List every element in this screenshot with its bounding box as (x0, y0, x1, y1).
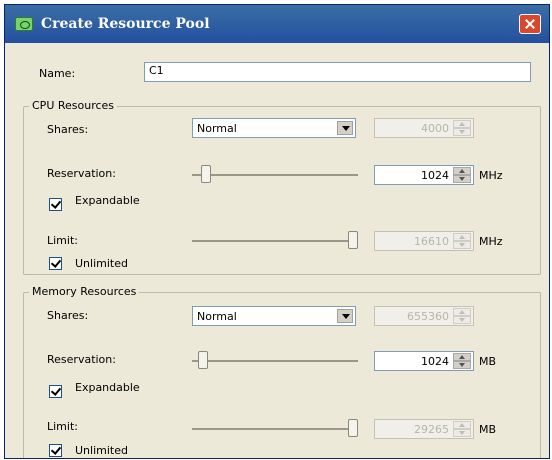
chevron-down-icon[interactable] (337, 121, 353, 135)
spin-down-icon (453, 429, 471, 437)
cpu-limit-slider (192, 231, 358, 251)
cpu-limit-spinner: 16610 (374, 231, 474, 251)
slider-thumb (348, 419, 358, 437)
resource-pool-icon (15, 17, 33, 31)
spin-up-icon[interactable] (453, 167, 471, 175)
cpu-reservation-number: 1024 (421, 169, 449, 182)
cpu-reservation-slider[interactable] (192, 165, 358, 185)
cpu-expandable-label: Expandable (75, 194, 140, 207)
cpu-unlimited-label: Unlimited (75, 257, 128, 270)
cpu-shares-number: 4000 (421, 122, 449, 135)
dialog-title: Create Resource Pool (41, 16, 210, 32)
cpu-limit-unit: MHz (479, 235, 503, 248)
cpu-limit-label: Limit: (47, 234, 78, 247)
cpu-resources-title: CPU Resources (29, 99, 118, 112)
spin-up-icon (453, 421, 471, 429)
slider-thumb (348, 231, 358, 249)
memory-shares-selected: Normal (197, 310, 237, 323)
spin-up-icon (453, 233, 471, 241)
spin-up-icon[interactable] (453, 353, 471, 361)
spin-down-icon (453, 128, 471, 136)
cpu-shares-label: Shares: (47, 123, 89, 136)
cpu-expandable-checkbox[interactable] (49, 198, 62, 211)
spin-down-icon[interactable] (453, 175, 471, 183)
title-bar[interactable]: Create Resource Pool (5, 5, 549, 43)
close-button[interactable] (519, 14, 541, 34)
cpu-shares-selected: Normal (197, 122, 237, 135)
cpu-reservation-unit: MHz (479, 169, 503, 182)
cpu-reservation-label: Reservation: (47, 167, 116, 180)
memory-limit-slider (192, 419, 358, 439)
spin-down-icon[interactable] (453, 361, 471, 369)
memory-reservation-spinner[interactable]: 1024 (374, 351, 474, 371)
memory-limit-number: 29265 (414, 423, 449, 436)
memory-reservation-number: 1024 (421, 355, 449, 368)
spin-down-icon (453, 241, 471, 249)
memory-shares-label: Shares: (47, 309, 89, 322)
cpu-shares-spinner: 4000 (374, 118, 474, 138)
spin-up-icon (453, 308, 471, 316)
slider-thumb[interactable] (201, 165, 211, 183)
cpu-unlimited-checkbox[interactable] (49, 257, 62, 270)
memory-expandable-label: Expandable (75, 381, 140, 394)
cpu-reservation-spinner[interactable]: 1024 (374, 165, 474, 185)
memory-reservation-slider[interactable] (192, 351, 358, 371)
memory-shares-select[interactable]: Normal (192, 306, 356, 326)
memory-limit-label: Limit: (47, 420, 78, 433)
cpu-shares-select[interactable]: Normal (192, 118, 356, 138)
slider-track (192, 174, 358, 176)
memory-shares-spinner: 655360 (374, 306, 474, 326)
memory-unlimited-label: Unlimited (75, 444, 128, 457)
memory-shares-number: 655360 (407, 310, 449, 323)
name-label: Name: (39, 67, 76, 80)
slider-thumb[interactable] (198, 351, 208, 369)
memory-unlimited-checkbox[interactable] (49, 444, 62, 457)
memory-limit-unit: MB (479, 423, 497, 436)
spin-up-icon (453, 120, 471, 128)
slider-track (192, 240, 358, 242)
memory-expandable-checkbox[interactable] (49, 385, 62, 398)
spin-down-icon (453, 316, 471, 324)
slider-track (192, 360, 358, 362)
memory-reservation-label: Reservation: (47, 353, 116, 366)
slider-track (192, 428, 358, 430)
memory-reservation-unit: MB (479, 355, 497, 368)
name-input[interactable]: C1 (144, 62, 531, 82)
create-resource-pool-dialog: Create Resource Pool Name: C1 CPU Resour… (4, 4, 550, 459)
chevron-down-icon[interactable] (337, 309, 353, 323)
memory-resources-title: Memory Resources (29, 285, 140, 298)
cpu-limit-number: 16610 (414, 235, 449, 248)
memory-limit-spinner: 29265 (374, 419, 474, 439)
